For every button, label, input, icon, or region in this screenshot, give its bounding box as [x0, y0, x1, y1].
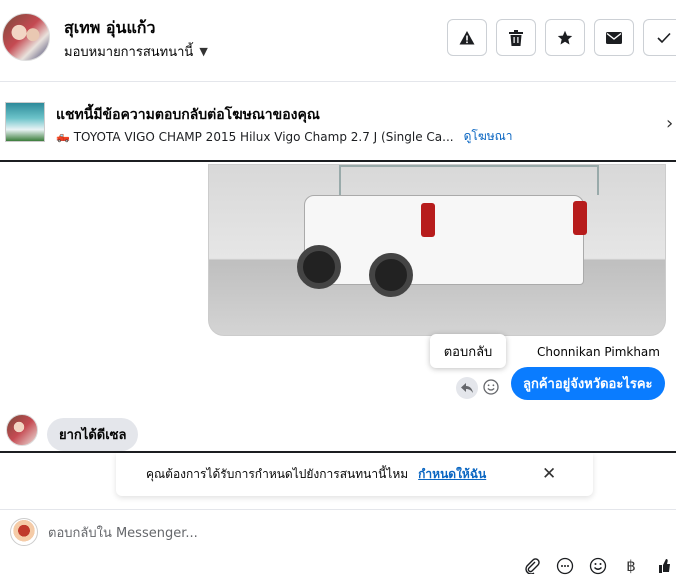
reply-button[interactable] [456, 377, 478, 399]
avatar[interactable] [6, 414, 38, 446]
check-icon [656, 32, 671, 43]
notice-text: คุณต้องการได้รับการกำหนดไปยังการสนทนานี้… [146, 467, 409, 481]
ad-thumbnail [5, 102, 45, 142]
image-wheel-rear [369, 253, 413, 297]
truck-icon: 🛻 [56, 130, 70, 143]
message-composer: ฿ [0, 509, 676, 576]
baht-icon: ฿ [626, 557, 636, 575]
reply-tooltip: ตอบกลับ [430, 334, 506, 368]
mark-unread-button[interactable] [594, 19, 634, 56]
image-truck-shape [304, 195, 584, 285]
view-ad-link[interactable]: ดูโฆษณา [464, 127, 513, 146]
star-icon [557, 30, 573, 44]
contact-name[interactable]: สุเทพ อุ่นแก้ว [64, 16, 155, 41]
assign-to-me-link[interactable]: กำหนดให้ฉัน [418, 465, 486, 484]
avatar[interactable] [2, 13, 50, 61]
thumbs-up-icon [659, 559, 670, 573]
saved-replies-button[interactable] [555, 556, 575, 576]
smiley-icon [483, 379, 499, 395]
image-taillight-right [573, 201, 587, 235]
chevron-right-icon[interactable]: › [666, 113, 673, 134]
outgoing-message[interactable]: ลูกค้าอยู่จังหวัดอะไรคะ [511, 367, 665, 400]
star-button[interactable] [545, 19, 585, 56]
delete-button[interactable] [496, 19, 536, 56]
image-wheel-front [297, 245, 341, 289]
sender-name: Chonnikan Pimkham [537, 345, 660, 359]
reply-icon [461, 383, 473, 393]
assign-dropdown[interactable]: มอบหมายการสนทนานี้ ▼ [64, 41, 208, 62]
header-actions [447, 19, 676, 56]
ad-subtitle: TOYOTA VIGO CHAMP 2015 Hilux Vigo Champ … [73, 129, 454, 144]
message-image[interactable] [208, 164, 666, 336]
assign-notice: คุณต้องการได้รับการกำหนดไปยังการสนทนานี้… [116, 453, 593, 496]
ad-banner-title: แชทนี้มีข้อความตอบกลับต่อโฆษณาของคุณ [56, 107, 320, 123]
composer-tools: ฿ [522, 556, 674, 576]
page-avatar [10, 518, 38, 546]
close-icon[interactable]: ✕ [542, 464, 556, 484]
caret-down-icon: ▼ [199, 45, 208, 58]
incoming-message[interactable]: ยากได้ดีเซล [47, 418, 139, 451]
conversation-header: สุเทพ อุ่นแก้ว มอบหมายการสนทนานี้ ▼ [0, 0, 676, 82]
payment-button[interactable]: ฿ [621, 556, 641, 576]
like-button[interactable] [654, 556, 674, 576]
chat-bubble-icon [556, 557, 574, 575]
paperclip-icon [525, 558, 540, 574]
mark-done-button[interactable] [643, 19, 676, 56]
emoji-button[interactable] [588, 556, 608, 576]
trash-icon [509, 29, 523, 46]
react-button[interactable] [481, 377, 501, 397]
warning-icon [459, 30, 475, 44]
emoji-icon [589, 557, 607, 575]
attach-button[interactable] [522, 556, 542, 576]
ad-banner-subtitle-row: 🛻 TOYOTA VIGO CHAMP 2015 Hilux Vigo Cham… [56, 127, 513, 146]
image-taillight-left [421, 203, 435, 237]
image-rack-shape [339, 165, 599, 195]
ad-reply-banner[interactable]: แชทนี้มีข้อความตอบกลับต่อโฆษณาของคุณ 🛻 T… [0, 83, 676, 162]
assign-label: มอบหมายการสนทนานี้ [64, 45, 194, 60]
mail-icon [606, 31, 622, 44]
report-button[interactable] [447, 19, 487, 56]
reply-input[interactable] [48, 522, 608, 544]
